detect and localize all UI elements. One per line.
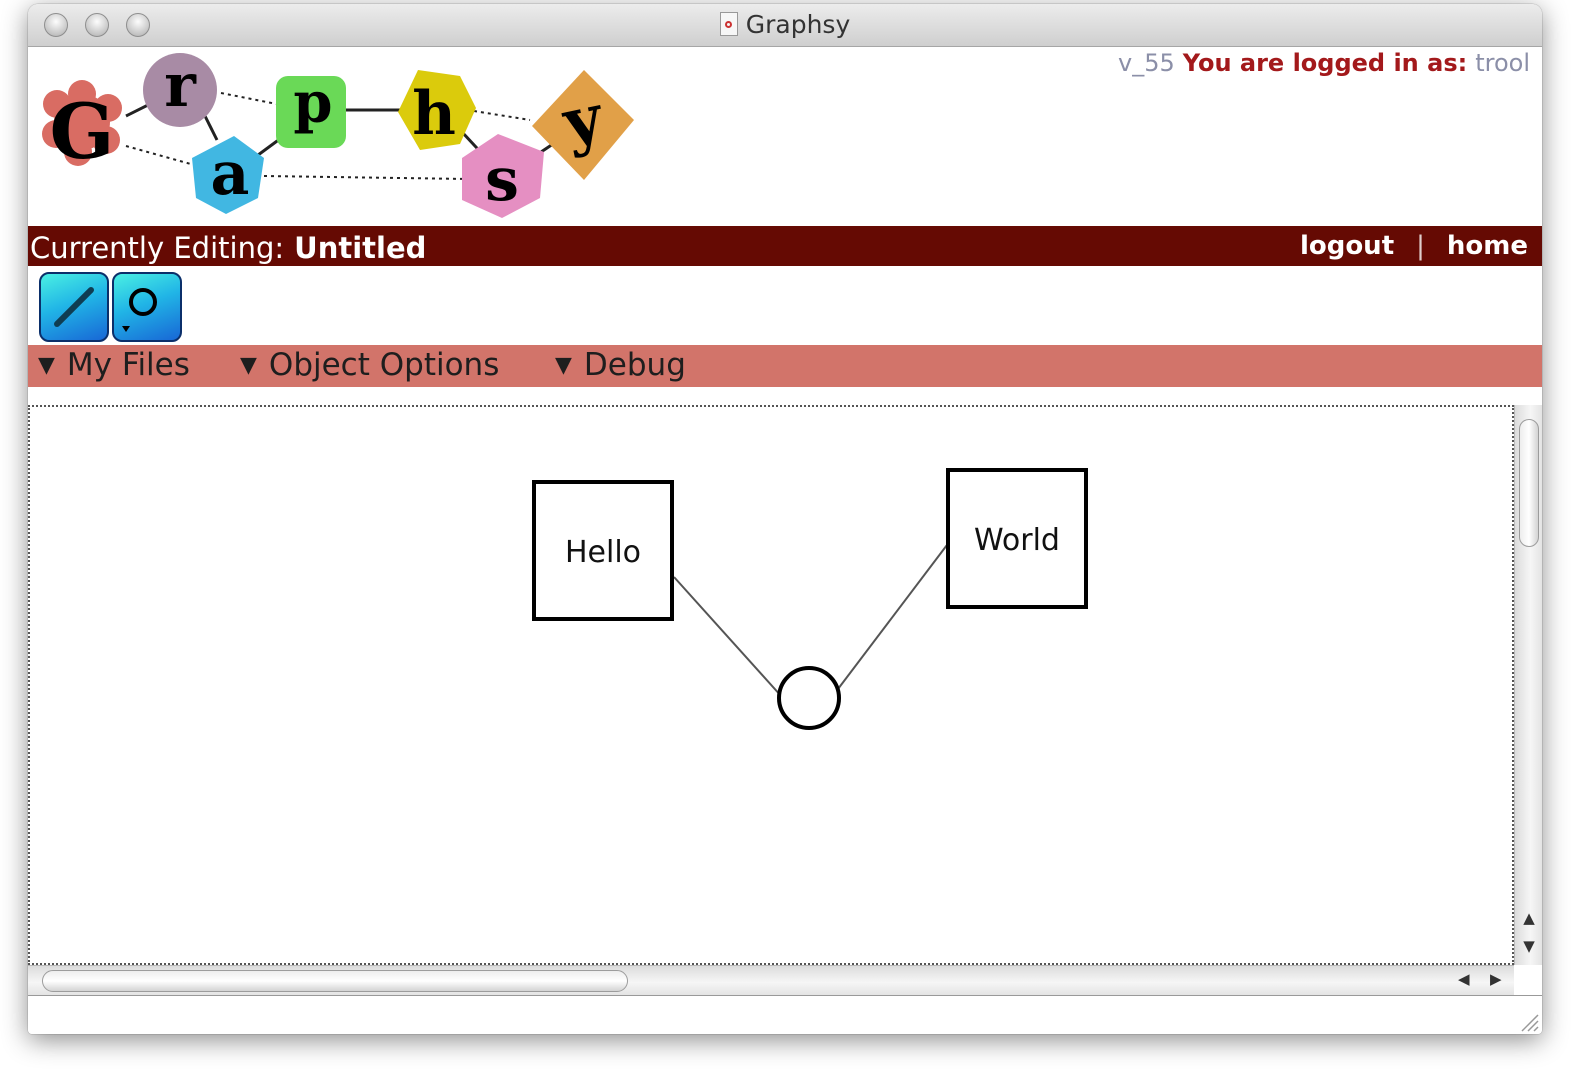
graph-edge[interactable] xyxy=(837,540,951,690)
edge-tool-button[interactable] xyxy=(39,272,109,342)
logo-letter-r: r xyxy=(164,51,197,121)
logo-letter-g: G xyxy=(50,87,115,176)
home-link[interactable]: home xyxy=(1447,231,1528,261)
menu-object-options-label: Object Options xyxy=(268,347,500,383)
graph-canvas[interactable]: Hello World xyxy=(28,405,1514,965)
scroll-up-arrow-icon[interactable]: ▲ xyxy=(1515,909,1542,927)
window-title: Graphsy xyxy=(745,10,851,39)
username: trool xyxy=(1475,49,1530,77)
horizontal-scrollbar[interactable]: ◀ ▶ xyxy=(28,965,1514,996)
graph-drawing: Hello World xyxy=(532,468,1088,730)
graph-node-circle[interactable] xyxy=(777,666,841,730)
document-name: Untitled xyxy=(294,231,427,265)
menu-my-files[interactable]: ▼ My Files xyxy=(38,347,190,383)
scroll-left-arrow-icon[interactable]: ◀ xyxy=(1458,970,1470,988)
disclosure-triangle-icon: ▼ xyxy=(38,353,55,378)
scroll-right-arrow-icon[interactable]: ▶ xyxy=(1490,970,1502,988)
vertical-scroll-thumb[interactable] xyxy=(1519,419,1539,547)
graph-node-hello[interactable]: Hello xyxy=(532,480,674,621)
document-icon xyxy=(719,12,738,36)
version-label: v_55 xyxy=(1118,49,1175,77)
editing-bar: Currently Editing: Untitled logout | home xyxy=(28,226,1542,266)
node-label-world: World xyxy=(974,523,1060,558)
title-bar: Graphsy xyxy=(28,4,1542,47)
login-info: v_55 You are logged in as: trool xyxy=(1118,49,1530,77)
logo-letter-h: h xyxy=(412,79,456,149)
logo-letter-a: a xyxy=(211,139,250,209)
disclosure-triangle-icon: ▼ xyxy=(555,353,572,378)
horizontal-scroll-thumb[interactable] xyxy=(42,970,628,992)
graph-node-world[interactable]: World xyxy=(946,468,1088,609)
graphsy-logo: G r a p h s y xyxy=(42,51,634,218)
link-separator: | xyxy=(1416,231,1425,261)
header-links: logout | home xyxy=(1300,231,1528,261)
app-window: Graphsy G r a p h s y v_55 You are logge… xyxy=(28,4,1542,1034)
node-label-hello: Hello xyxy=(565,535,641,570)
logo-letter-s: s xyxy=(485,145,519,215)
disclosure-triangle-icon: ▼ xyxy=(240,353,257,378)
login-label: You are logged in as: xyxy=(1182,49,1468,77)
node-tool-button[interactable] xyxy=(112,272,182,342)
menu-object-options[interactable]: ▼ Object Options xyxy=(240,347,499,383)
line-icon xyxy=(54,287,94,327)
menu-debug[interactable]: ▼ Debug xyxy=(555,347,686,383)
menu-bar: ▼ My Files ▼ Object Options ▼ Debug xyxy=(28,345,1542,387)
vertical-scrollbar[interactable]: ▲ ▼ xyxy=(1514,405,1542,965)
currently-editing-label: Currently Editing: xyxy=(30,231,285,265)
status-bar xyxy=(28,995,1542,1034)
scroll-down-arrow-icon[interactable]: ▼ xyxy=(1515,937,1542,955)
resize-grip-icon[interactable] xyxy=(1518,1011,1540,1033)
logout-link[interactable]: logout xyxy=(1300,231,1394,261)
logo-letter-p: p xyxy=(293,70,332,136)
menu-my-files-label: My Files xyxy=(66,347,190,383)
circle-node-icon xyxy=(122,288,157,332)
graph-edge[interactable] xyxy=(673,576,783,698)
currently-editing: Currently Editing: Untitled xyxy=(30,231,426,265)
menu-debug-label: Debug xyxy=(583,347,686,383)
